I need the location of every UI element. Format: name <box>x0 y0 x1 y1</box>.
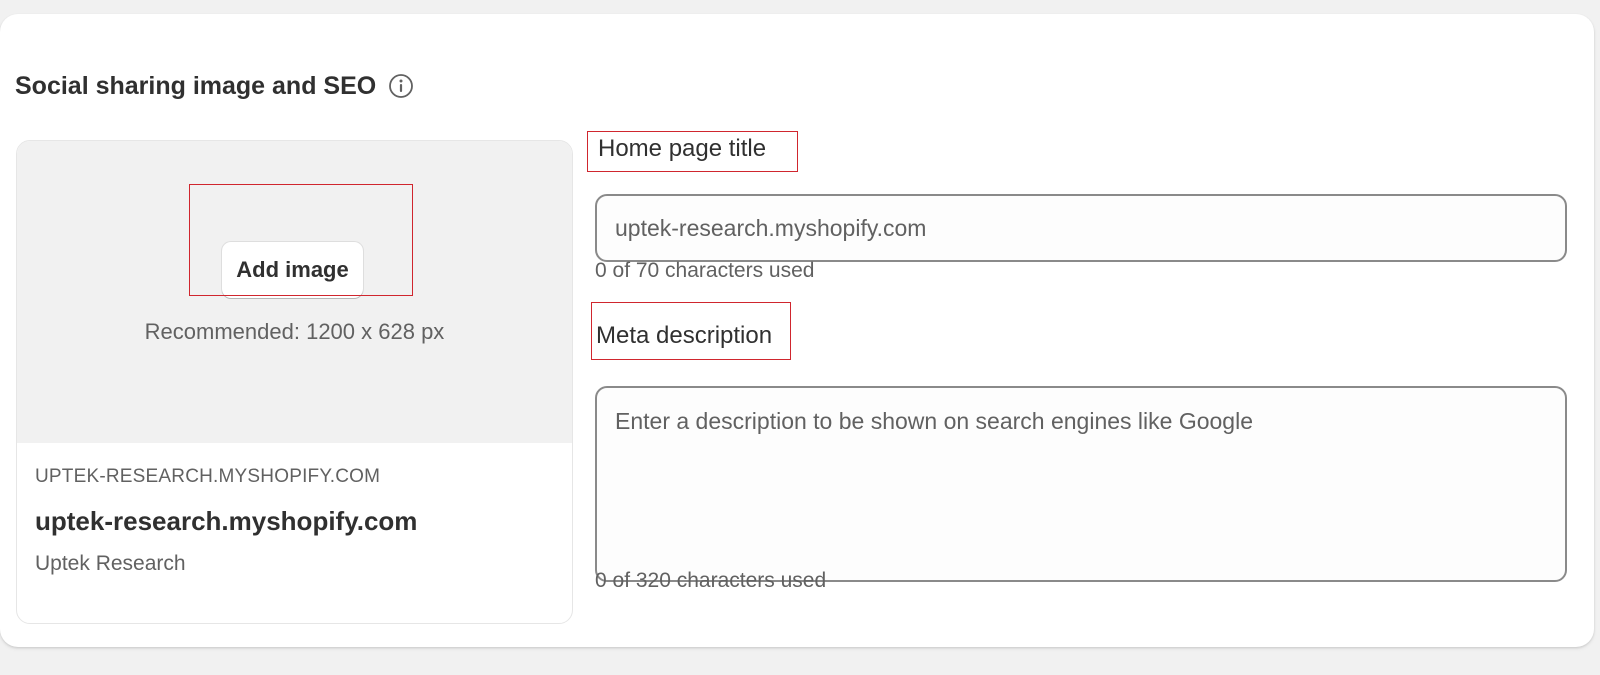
search-preview: UPTEK-RESEARCH.MYSHOPIFY.COM uptek-resea… <box>35 466 554 576</box>
meta-description-label: Meta description <box>596 322 773 349</box>
add-image-button[interactable]: Add image <box>222 242 363 298</box>
seo-card: Social sharing image and SEO Add image R… <box>0 14 1594 647</box>
home-page-title-input[interactable] <box>595 194 1567 262</box>
preview-title: uptek-research.myshopify.com <box>35 506 418 536</box>
image-drop-zone[interactable]: Add image Recommended: 1200 x 628 px <box>17 141 572 443</box>
home-page-title-char-count: 0 of 70 characters used <box>595 259 815 282</box>
preview-store-name: Uptek Research <box>35 552 186 575</box>
section-title: Social sharing image and SEO <box>15 71 377 100</box>
section-header: Social sharing image and SEO <box>15 70 414 102</box>
recommended-size-text: Recommended: 1200 x 628 px <box>144 319 445 344</box>
meta-description-input[interactable] <box>595 386 1567 582</box>
meta-description-char-count: 0 of 320 characters used <box>595 569 827 592</box>
social-preview-card: Add image Recommended: 1200 x 628 px UPT… <box>16 140 573 624</box>
info-icon[interactable] <box>388 73 414 99</box>
home-page-title-label: Home page title <box>598 135 767 162</box>
preview-url: UPTEK-RESEARCH.MYSHOPIFY.COM <box>35 466 381 487</box>
